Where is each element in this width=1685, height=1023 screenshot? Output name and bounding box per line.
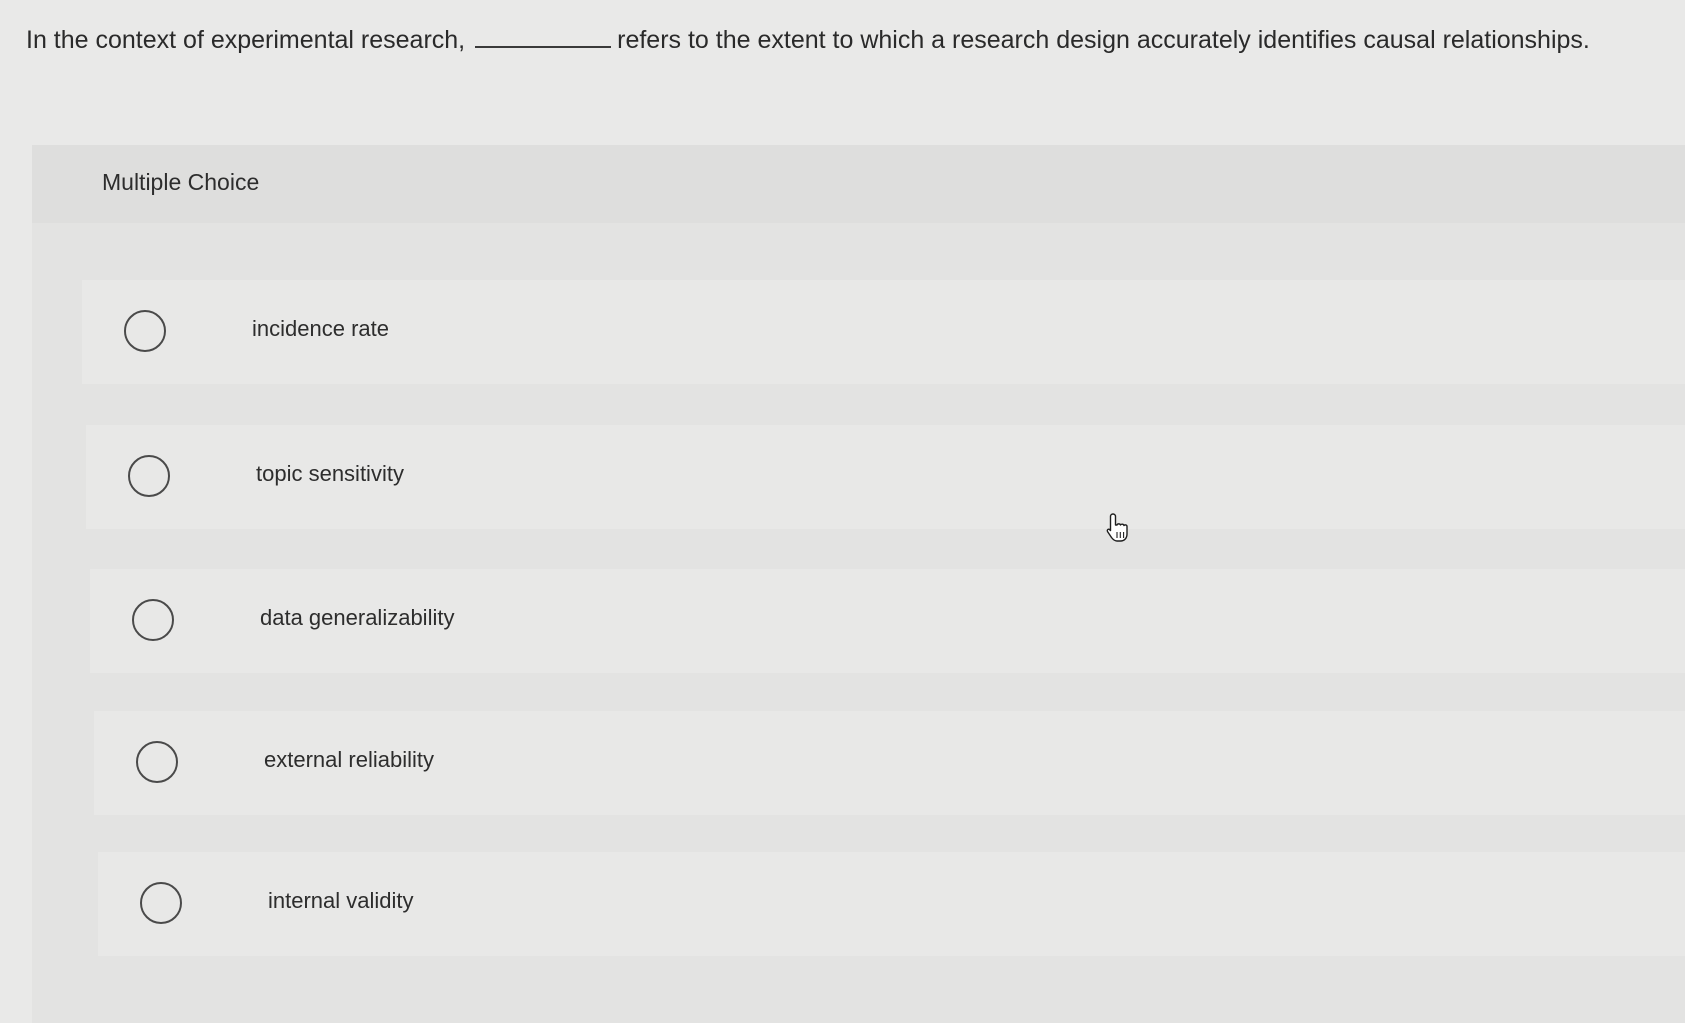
panel-title: Multiple Choice <box>102 169 260 195</box>
option-label: external reliability <box>264 747 434 772</box>
option-label: internal validity <box>268 888 414 913</box>
radio-button[interactable] <box>124 310 166 352</box>
radio-button[interactable] <box>128 455 170 497</box>
option-label: topic sensitivity <box>256 461 404 486</box>
option-data-generalizability[interactable]: data generalizability <box>90 569 1685 673</box>
radio-button[interactable] <box>132 599 174 641</box>
question-after-blank: refers to the extent to which a research… <box>617 26 1590 54</box>
radio-button[interactable] <box>140 882 182 924</box>
hand-pointer-icon <box>1104 512 1132 544</box>
option-external-reliability[interactable]: external reliability <box>94 711 1685 815</box>
option-topic-sensitivity[interactable]: topic sensitivity <box>86 425 1685 529</box>
option-label: data generalizability <box>260 605 455 630</box>
question-text: In the context of experimental research,… <box>26 22 1666 57</box>
option-incidence-rate[interactable]: incidence rate <box>82 280 1685 384</box>
multiple-choice-panel: Multiple Choice incidence rate topic sen… <box>32 145 1685 1023</box>
option-label: incidence rate <box>252 316 389 341</box>
radio-button[interactable] <box>136 741 178 783</box>
option-internal-validity[interactable]: internal validity <box>98 852 1685 956</box>
panel-header: Multiple Choice <box>32 145 1685 223</box>
question-before-blank: In the context of experimental research, <box>26 26 466 54</box>
answer-blank <box>475 22 612 48</box>
